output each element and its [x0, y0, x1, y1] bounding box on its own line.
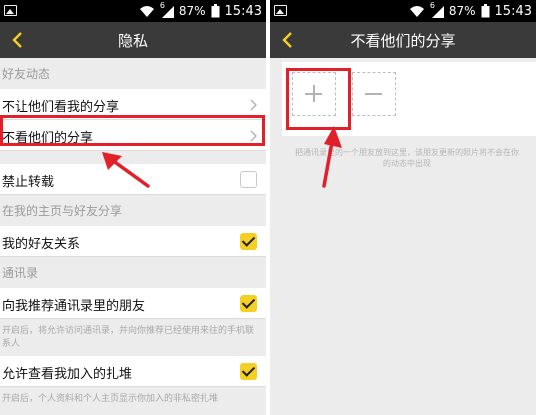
chevron-right-icon	[250, 99, 257, 111]
image-icon	[274, 5, 287, 16]
status-bar: 6 87% 15:43	[270, 0, 536, 22]
left-screen: 6 87% 15:43 隐私 好友动态 不让他们看我的分享 不看他们的分享 禁止…	[0, 0, 266, 415]
remove-member-button[interactable]	[352, 72, 396, 116]
signal-icon: 6	[430, 1, 444, 18]
page-title: 不看他们的分享	[350, 32, 456, 50]
page-title: 隐私	[117, 32, 148, 50]
title-bar: 不看他们的分享	[270, 22, 536, 58]
clock: 15:43	[494, 3, 532, 19]
checkbox-icon[interactable]	[240, 233, 257, 250]
pointer-arrow	[102, 152, 150, 188]
row-allow-view-groups[interactable]: 允许查看我加入的扎堆	[0, 356, 266, 387]
battery-icon	[211, 4, 220, 18]
status-bar: 6 87% 15:43	[0, 0, 266, 22]
wifi-icon	[409, 6, 424, 17]
battery-icon	[481, 4, 490, 18]
row-label: 不让他们看我的分享	[2, 100, 120, 115]
section-header-homepage-share: 在我的主页与好友分享	[0, 195, 266, 226]
description-text: 开启后，个人资料和个人主页显示你加入的非私密扎堆	[0, 387, 266, 415]
section-header-contacts: 通讯录	[0, 257, 266, 288]
right-screen: 6 87% 15:43 不看他们的分享 把通讯录里的一个朋友放到这里，该朋友更新…	[270, 0, 536, 415]
pointer-arrow	[322, 126, 342, 188]
row-my-friend-relation[interactable]: 我的好友关系	[0, 226, 266, 257]
signal-icon: 6	[160, 1, 174, 18]
row-label: 我的好友关系	[2, 237, 81, 252]
highlight-box	[286, 68, 351, 130]
row-label: 禁止转载	[2, 175, 55, 190]
section-header-friend-feed: 好友动态	[0, 58, 266, 89]
image-icon	[4, 5, 17, 16]
checkbox-icon[interactable]	[240, 171, 257, 188]
clock: 15:43	[224, 3, 262, 19]
row-label: 向我推荐通讯录里的朋友	[2, 299, 146, 314]
row-recommend-contacts[interactable]: 向我推荐通讯录里的朋友	[0, 288, 266, 319]
wifi-icon	[139, 6, 154, 17]
highlight-box	[0, 115, 265, 146]
row-label: 允许查看我加入的扎堆	[2, 367, 133, 382]
description-text: 开启后，将允许访问通讯录，并向你推荐已经使用来往的手机联系人	[0, 319, 266, 356]
title-bar: 隐私	[0, 22, 266, 58]
checkbox-icon[interactable]	[240, 295, 257, 312]
battery-percent: 87%	[448, 4, 476, 18]
battery-percent: 87%	[178, 4, 206, 18]
checkbox-icon[interactable]	[240, 363, 257, 380]
